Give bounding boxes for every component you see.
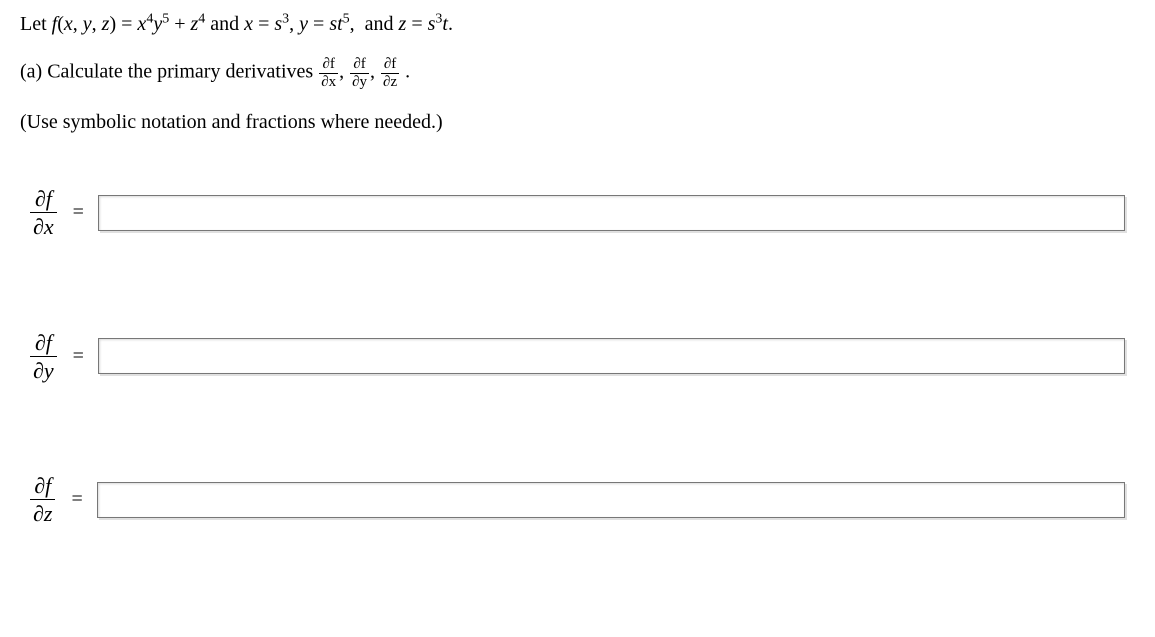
answer-input-dx[interactable]: [98, 195, 1125, 231]
equals-sign: =: [73, 201, 84, 224]
answer-input-dz[interactable]: [97, 482, 1125, 518]
derivative-fraction: ∂f∂x: [319, 56, 338, 90]
answer-row-dy: ∂f ∂y =: [30, 330, 1135, 384]
part-a: (a) Calculate the primary derivatives ∂f…: [20, 56, 1135, 90]
answer-row-dz: ∂f ∂z =: [30, 473, 1135, 527]
note: (Use symbolic notation and fractions whe…: [20, 108, 1135, 136]
problem-intro: Let f(x, y, z) = x4y5 + z4 and x = s3, y…: [20, 13, 453, 35]
answer-label-fraction: ∂f ∂y: [30, 330, 57, 384]
answer-label-fraction: ∂f ∂z: [30, 473, 55, 527]
derivative-fraction: ∂f∂z: [381, 56, 399, 90]
equals-sign: =: [71, 488, 82, 511]
part-a-prefix: (a) Calculate the primary derivatives: [20, 61, 318, 83]
answer-label-fraction: ∂f ∂x: [30, 186, 57, 240]
equals-sign: =: [73, 345, 84, 368]
derivative-fraction: ∂f∂y: [350, 56, 369, 90]
answer-input-dy[interactable]: [98, 338, 1125, 374]
answer-row-dx: ∂f ∂x =: [30, 186, 1135, 240]
problem-statement: Let f(x, y, z) = x4y5 + z4 and x = s3, y…: [20, 10, 1135, 38]
